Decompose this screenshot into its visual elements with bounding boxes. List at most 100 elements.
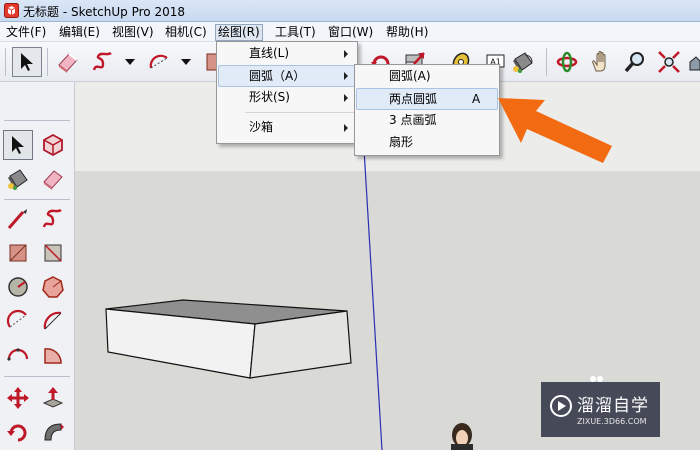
watermark: 溜溜自学 ZIXUE.3D66.COM: [541, 382, 660, 437]
menu-item-line-label: 直线(L): [249, 46, 290, 60]
select-arrow-icon: [21, 53, 33, 71]
eraser-tool-button[interactable]: [53, 47, 83, 77]
submenu-arrow-icon: [344, 94, 348, 102]
menu-item-shapes-label: 形状(S): [249, 90, 290, 104]
circle-icon: [8, 277, 28, 297]
submenu-item-arc[interactable]: 圆弧(A): [356, 66, 498, 88]
push-pull-icon: [42, 387, 64, 408]
palette-arc-button[interactable]: [3, 306, 33, 336]
chevron-down-icon[interactable]: [125, 59, 135, 65]
palette-separator: [4, 376, 70, 377]
submenu-item-two-point-arc-label: 两点圆弧: [389, 92, 438, 106]
palette-move-button[interactable]: [3, 383, 33, 413]
two-point-arc-icon: [43, 311, 62, 330]
palette-select-button[interactable]: [3, 130, 33, 160]
palette-pie-button[interactable]: [38, 340, 68, 370]
palette-separator: [4, 120, 70, 121]
menu-help[interactable]: 帮助(H): [384, 24, 430, 41]
pie-icon: [44, 348, 62, 364]
chevron-down-icon[interactable]: [181, 59, 191, 65]
palette-rotate-button[interactable]: [3, 417, 33, 447]
palette-freehand-button[interactable]: [38, 204, 68, 234]
menu-item-line[interactable]: 直线(L): [218, 43, 356, 65]
make-component-icon: [43, 133, 63, 157]
zoom-tool-button[interactable]: [620, 47, 650, 77]
paint-bucket-tool-button[interactable]: [508, 47, 538, 77]
arc-icon: [149, 54, 168, 69]
arc-tool-button[interactable]: [144, 47, 174, 77]
pan-tool-button[interactable]: [586, 47, 616, 77]
select-tool-button[interactable]: [12, 47, 42, 77]
menu-view[interactable]: 视图(V): [110, 24, 156, 41]
draw-menu: 直线(L) 圆弧（A） 形状(S) 沙箱: [216, 41, 358, 144]
toolbar-separator: [47, 48, 48, 76]
toolbar-grip: [5, 48, 6, 76]
orbit-icon: [556, 51, 578, 73]
shortcut-key: A: [472, 92, 481, 106]
rotated-rectangle-icon: [44, 244, 62, 262]
palette-follow-me-button[interactable]: [38, 417, 68, 447]
menu-edit[interactable]: 编辑(E): [57, 24, 102, 41]
submenu-arrow-icon: [344, 50, 348, 58]
watermark-title: 溜溜自学: [577, 396, 649, 416]
menu-item-arc-label: 圆弧（A）: [249, 69, 306, 83]
palette-eraser-button[interactable]: [38, 164, 68, 194]
zoom-extents-icon: [658, 51, 680, 73]
menu-bar: 文件(F) 编辑(E) 视图(V) 相机(C) 绘图(R) 工具(T) 窗口(W…: [0, 22, 700, 42]
submenu-arrow-icon: [344, 124, 348, 132]
menu-window[interactable]: 窗口(W): [326, 24, 375, 41]
zoom-icon: [624, 52, 644, 73]
eraser-icon: [43, 170, 63, 190]
rectangle-icon: [9, 244, 27, 262]
menu-camera[interactable]: 相机(C): [163, 24, 209, 41]
rotate-icon: [7, 424, 27, 442]
watermark-subtitle: ZIXUE.3D66.COM: [577, 417, 647, 426]
three-point-arc-icon: [7, 348, 29, 361]
pan-hand-icon: [592, 51, 606, 72]
palette-rectangle-button[interactable]: [3, 238, 33, 268]
palette-line-button[interactable]: [3, 204, 33, 234]
orbit-tool-button[interactable]: [552, 47, 582, 77]
menu-item-shapes[interactable]: 形状(S): [218, 87, 356, 109]
palette-three-point-arc-button[interactable]: [3, 340, 33, 370]
tool-palette: [0, 82, 75, 450]
submenu-item-two-point-arc[interactable]: 两点圆弧 A: [356, 88, 498, 110]
submenu-item-three-point-arc-label: 3 点画弧: [389, 113, 437, 127]
freehand-tool-button[interactable]: [88, 47, 118, 77]
window-title: 无标题 - SketchUp Pro 2018: [23, 5, 185, 19]
paint-bucket-icon: [8, 169, 28, 190]
sketchup-logo-icon: [4, 3, 19, 18]
menu-tools[interactable]: 工具(T): [273, 24, 318, 41]
palette-separator: [4, 199, 70, 200]
select-arrow-icon: [12, 136, 24, 154]
submenu-item-three-point-arc[interactable]: 3 点画弧: [356, 110, 498, 132]
menu-draw[interactable]: 绘图(R): [215, 24, 263, 41]
menu-item-sandbox-label: 沙箱: [249, 120, 274, 134]
submenu-item-pie-label: 扇形: [389, 135, 414, 149]
palette-component-button[interactable]: [38, 130, 68, 160]
title-bar: 无标题 - SketchUp Pro 2018: [0, 0, 700, 22]
zoom-extents-tool-button[interactable]: [654, 47, 684, 77]
menu-item-sandbox[interactable]: 沙箱: [218, 117, 356, 139]
palette-polygon-button[interactable]: [38, 272, 68, 302]
menu-separator: [245, 112, 355, 113]
house-icon: [689, 56, 700, 71]
more-tools-button[interactable]: [688, 47, 700, 77]
line-icon: [7, 209, 27, 229]
eraser-icon: [58, 53, 78, 73]
follow-me-icon: [44, 423, 64, 441]
paint-bucket-icon: [513, 52, 533, 73]
freehand-icon: [92, 51, 112, 71]
menu-item-arc[interactable]: 圆弧（A）: [218, 65, 356, 87]
polygon-icon: [42, 276, 64, 298]
palette-paint-button[interactable]: [3, 164, 33, 194]
palette-two-point-arc-button[interactable]: [38, 306, 68, 336]
submenu-item-arc-label: 圆弧(A): [389, 69, 431, 83]
menu-file[interactable]: 文件(F): [4, 24, 48, 41]
arc-submenu: 圆弧(A) 两点圆弧 A 3 点画弧 扇形: [354, 64, 500, 156]
palette-rotated-rectangle-button[interactable]: [38, 238, 68, 268]
palette-push-pull-button[interactable]: [38, 383, 68, 413]
submenu-arrow-icon: [344, 72, 348, 80]
submenu-item-pie[interactable]: 扇形: [356, 132, 498, 154]
palette-circle-button[interactable]: [3, 272, 33, 302]
